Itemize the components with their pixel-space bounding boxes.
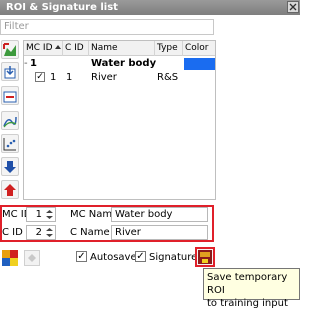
table-group-row[interactable]: - 1 Water body (24, 58, 215, 70)
row-mc-id: 1 (50, 72, 57, 83)
column-header-color[interactable]: Color (183, 41, 215, 56)
close-icon[interactable] (287, 1, 299, 13)
delete-icon (3, 91, 17, 102)
c-id-label: C ID (2, 227, 23, 238)
palette-icon (2, 250, 18, 266)
undo-button[interactable] (24, 250, 40, 266)
roi-signature-table[interactable]: MC ID C ID Name Type Color - 1 Water bod… (23, 40, 216, 200)
save-roi-icon (198, 250, 212, 264)
delete-signature-button[interactable] (1, 86, 19, 105)
c-name-label: C Name (70, 227, 110, 238)
zoom-to-roi-button[interactable] (1, 40, 19, 59)
table-header: MC ID C ID Name Type Color (24, 41, 215, 56)
undo-icon (28, 254, 36, 262)
tooltip-line-2: to training input (207, 298, 288, 309)
autosave-label: Autosave (90, 252, 137, 263)
window-title-bar: ROI & Signature list (0, 0, 300, 15)
row-c-id: 1 (66, 72, 73, 83)
scatter-plot-icon (3, 137, 16, 150)
mc-id-spinbox[interactable]: 1 (26, 207, 56, 222)
mc-name-field[interactable]: Water body (111, 207, 208, 222)
collapse-icon[interactable]: - (24, 58, 28, 70)
export-signature-button[interactable] (1, 180, 19, 199)
group-color-swatch[interactable] (184, 58, 215, 70)
c-id-spinbox[interactable]: 2 (26, 225, 56, 240)
arrow-down-icon (4, 160, 16, 173)
sort-ascending-icon (54, 45, 61, 49)
spin-arrows-icon[interactable] (45, 227, 54, 238)
spectral-plot-icon (3, 116, 17, 127)
filter-input[interactable]: Filter (0, 19, 214, 35)
filter-placeholder: Filter (4, 21, 29, 32)
table-row[interactable]: ✓ 1 1 River R&S (24, 72, 215, 84)
arrow-up-icon (4, 183, 16, 196)
column-header-mc-id[interactable]: MC ID (24, 41, 63, 56)
macroclass-color-button[interactable] (2, 250, 18, 266)
import-icon (4, 65, 16, 78)
window-title: ROI & Signature list (6, 2, 118, 13)
column-header-name[interactable]: Name (89, 41, 155, 56)
row-type: R&S (157, 72, 179, 83)
save-roi-tooltip: Save temporary ROI to training input (203, 268, 300, 309)
group-name: Water body (91, 58, 157, 69)
signature-label: Signature (149, 252, 198, 263)
column-header-type[interactable]: Type (155, 41, 183, 56)
merge-signatures-button[interactable] (1, 157, 19, 176)
column-header-c-id[interactable]: C ID (63, 41, 89, 56)
signature-checkbox[interactable]: ✓ (135, 251, 146, 262)
c-name-field[interactable]: River (111, 225, 208, 240)
scatter-plot-button[interactable] (1, 134, 19, 153)
row-name: River (91, 72, 117, 83)
save-roi-button[interactable] (195, 247, 215, 267)
tooltip-line-1: Save temporary ROI (207, 272, 288, 296)
group-mc-id: 1 (30, 58, 37, 69)
spin-arrows-icon[interactable] (45, 209, 54, 220)
zoom-roi-icon (3, 42, 16, 56)
row-checkbox[interactable]: ✓ (35, 72, 45, 82)
import-signature-button[interactable] (1, 62, 19, 81)
autosave-checkbox[interactable]: ✓ (76, 251, 87, 262)
signature-plot-button[interactable] (1, 111, 19, 130)
